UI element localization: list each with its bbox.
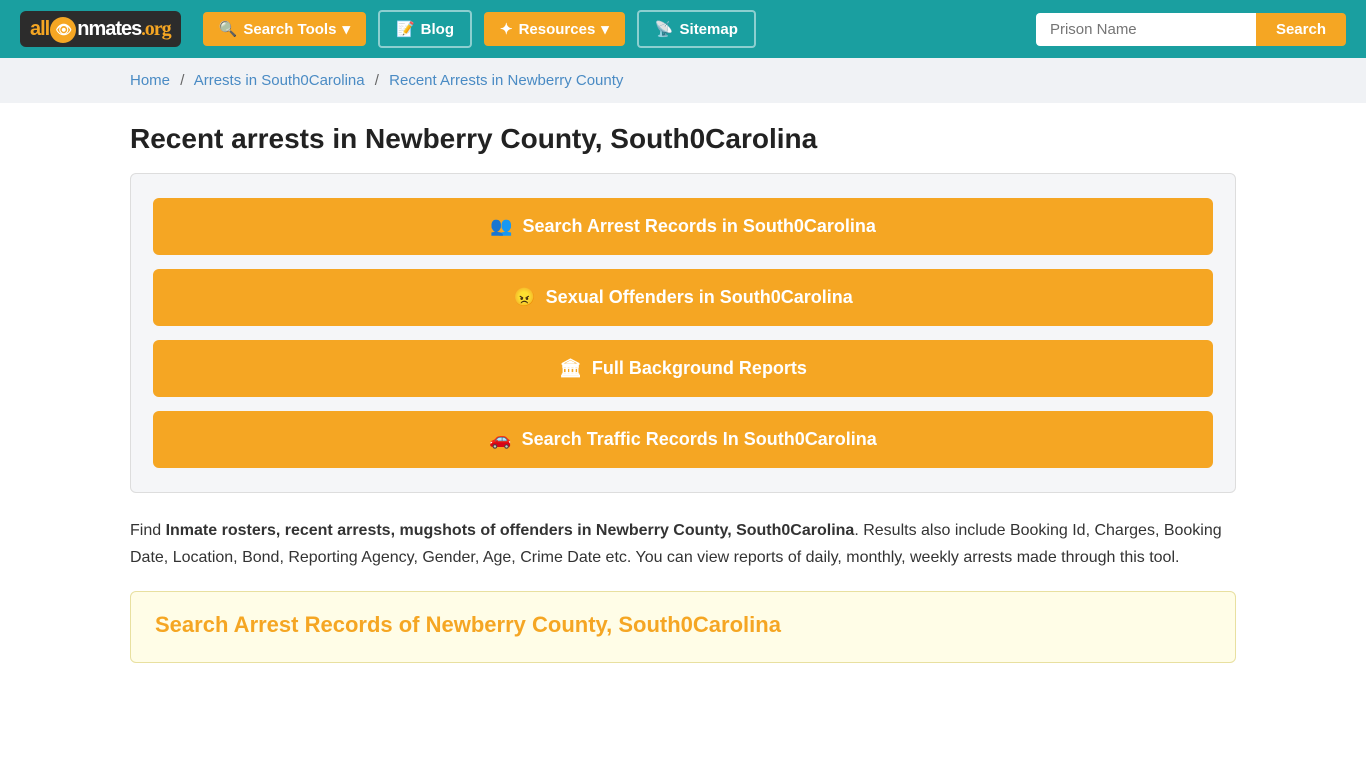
background-reports-button[interactable]: 🏛 Full Background Reports (153, 340, 1213, 397)
blog-icon: 📝 (396, 20, 415, 38)
breadcrumb-sep-2: / (375, 72, 379, 89)
search-tools-button[interactable]: 🔍 Search Tools ▾ (203, 12, 366, 46)
arrest-records-button[interactable]: 👥 Search Arrest Records in South0Carolin… (153, 198, 1213, 255)
logo[interactable]: all👁nmates.org (20, 11, 181, 47)
breadcrumb-section: Home / Arrests in South0Carolina / Recen… (0, 58, 1366, 103)
page-title: Recent arrests in Newberry County, South… (130, 123, 1236, 155)
traffic-records-button[interactable]: 🚗 Search Traffic Records In South0Caroli… (153, 411, 1213, 468)
breadcrumb: Home / Arrests in South0Carolina / Recen… (130, 72, 1236, 89)
blog-button[interactable]: 📝 Blog (378, 10, 472, 48)
building-icon: 🏛 (559, 358, 582, 379)
search-icon: 🔍 (219, 20, 238, 38)
breadcrumb-sep-1: / (180, 72, 184, 89)
description-text: Find Inmate rosters, recent arrests, mug… (130, 517, 1236, 571)
sexual-offenders-button[interactable]: 😠 Sexual Offenders in South0Carolina (153, 269, 1213, 326)
main-content: Recent arrests in Newberry County, South… (0, 113, 1366, 693)
breadcrumb-arrests[interactable]: Arrests in South0Carolina (194, 72, 365, 89)
chevron-down-icon: ▾ (342, 20, 350, 38)
action-card: 👥 Search Arrest Records in South0Carolin… (130, 173, 1236, 493)
breadcrumb-current: Recent Arrests in Newberry County (389, 72, 623, 89)
sitemap-icon: 📡 (655, 20, 674, 38)
prison-name-input[interactable] (1036, 13, 1256, 46)
breadcrumb-home[interactable]: Home (130, 72, 170, 89)
desc-bold: Inmate rosters, recent arrests, mugshots… (166, 522, 855, 539)
offender-icon: 😠 (513, 287, 535, 308)
resources-icon: ✦ (500, 20, 513, 38)
prison-search-form: Search (1036, 13, 1346, 46)
people-icon: 👥 (490, 216, 512, 237)
logo-text: all👁nmates.org (30, 15, 171, 43)
sitemap-button[interactable]: 📡 Sitemap (637, 10, 756, 48)
prison-search-button[interactable]: Search (1256, 13, 1346, 46)
car-icon: 🚗 (489, 429, 511, 450)
yellow-search-card: Search Arrest Records of Newberry County… (130, 591, 1236, 663)
yellow-card-title: Search Arrest Records of Newberry County… (155, 612, 1211, 638)
chevron-down-icon: ▾ (601, 20, 609, 38)
resources-button[interactable]: ✦ Resources ▾ (484, 12, 625, 46)
header: all👁nmates.org 🔍 Search Tools ▾ 📝 Blog ✦… (0, 0, 1366, 58)
